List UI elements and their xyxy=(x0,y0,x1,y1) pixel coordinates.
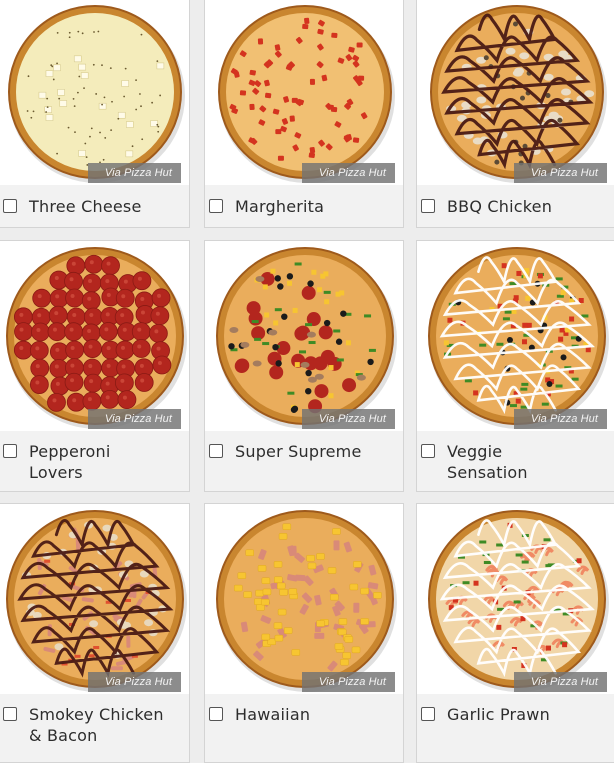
pizza-image-bbq-chicken: Via Pizza Hut xyxy=(417,0,614,185)
image-credit: Via Pizza Hut xyxy=(513,163,607,183)
option-super-supreme[interactable]: Super Supreme xyxy=(205,441,403,462)
pizza-image-garlic-prawn: Via Pizza Hut xyxy=(417,504,614,694)
super-supreme-pizza-photo xyxy=(216,247,397,429)
checkbox-pepperoni-lovers[interactable] xyxy=(3,444,17,458)
pizza-card-three-cheese: Via Pizza Hut Three Cheese xyxy=(0,0,190,228)
checkbox-smokey-chicken-bacon[interactable] xyxy=(3,707,17,721)
option-pepperoni-lovers[interactable]: Pepperoni Lovers xyxy=(0,441,189,483)
pepperoni-lovers-pizza-photo xyxy=(6,247,187,429)
option-three-cheese[interactable]: Three Cheese xyxy=(0,196,189,217)
option-bbq-chicken[interactable]: BBQ Chicken xyxy=(417,196,614,217)
hawaiian-pizza-photo xyxy=(216,510,397,692)
image-credit: Via Pizza Hut xyxy=(513,672,607,692)
smokey-chicken-bacon-pizza-photo xyxy=(6,510,187,692)
three-cheese-pizza-photo xyxy=(8,5,185,183)
pizza-card-margherita: Via Pizza Hut Margherita xyxy=(204,0,404,228)
pizza-name-garlic-prawn: Garlic Prawn xyxy=(447,705,550,724)
image-credit: Via Pizza Hut xyxy=(87,672,181,692)
pizza-card-bbq-chicken: Via Pizza Hut BBQ Chicken xyxy=(416,0,614,228)
pizza-card-super-supreme: Via Pizza Hut Super Supreme xyxy=(204,240,404,492)
pizza-image-super-supreme: Via Pizza Hut xyxy=(205,241,403,431)
checkbox-margherita[interactable] xyxy=(209,199,223,213)
checkbox-veggie-sensation[interactable] xyxy=(421,444,435,458)
pizza-card-veggie-sensation: Via Pizza Hut Veggie Sensation xyxy=(416,240,614,492)
image-credit: Via Pizza Hut xyxy=(87,409,181,429)
image-credit: Via Pizza Hut xyxy=(87,163,181,183)
pizza-card-pepperoni-lovers: Via Pizza Hut Pepperoni Lovers xyxy=(0,240,190,492)
checkbox-garlic-prawn[interactable] xyxy=(421,707,435,721)
image-credit: Via Pizza Hut xyxy=(301,409,395,429)
option-hawaiian[interactable]: Hawaiian xyxy=(205,704,403,725)
pizza-image-pepperoni-lovers: Via Pizza Hut xyxy=(0,241,189,431)
pizza-image-smokey-chicken-bacon: Via Pizza Hut xyxy=(0,504,189,694)
image-credit: Via Pizza Hut xyxy=(301,672,395,692)
pizza-name-pepperoni-lovers: Pepperoni Lovers xyxy=(29,442,111,482)
pizza-name-three-cheese: Three Cheese xyxy=(29,197,142,216)
image-credit: Via Pizza Hut xyxy=(513,409,607,429)
pizza-card-hawaiian: Via Pizza Hut Hawaiian xyxy=(204,503,404,763)
pizza-image-hawaiian: Via Pizza Hut xyxy=(205,504,403,694)
pizza-image-veggie-sensation: Via Pizza Hut xyxy=(417,241,614,431)
pizza-name-bbq-chicken: BBQ Chicken xyxy=(447,197,553,216)
pizza-name-smokey-chicken-bacon: Smokey Chicken & Bacon xyxy=(29,705,164,745)
bbq-chicken-pizza-photo xyxy=(430,5,607,183)
pizza-card-garlic-prawn: Via Pizza Hut Garlic Prawn xyxy=(416,503,614,763)
pizza-image-three-cheese: Via Pizza Hut xyxy=(0,0,189,185)
pizza-card-smokey-chicken-bacon: Via Pizza Hut Smokey Chicken & Bacon xyxy=(0,503,190,763)
pizza-image-margherita: Via Pizza Hut xyxy=(205,0,403,185)
checkbox-bbq-chicken[interactable] xyxy=(421,199,435,213)
option-veggie-sensation[interactable]: Veggie Sensation xyxy=(417,441,614,483)
option-garlic-prawn[interactable]: Garlic Prawn xyxy=(417,704,614,725)
pizza-name-margherita: Margherita xyxy=(235,197,325,216)
garlic-prawn-pizza-photo xyxy=(428,510,609,692)
checkbox-super-supreme[interactable] xyxy=(209,444,223,458)
checkbox-hawaiian[interactable] xyxy=(209,707,223,721)
margherita-pizza-photo xyxy=(218,5,395,183)
veggie-sensation-pizza-photo xyxy=(428,247,609,429)
option-smokey-chicken-bacon[interactable]: Smokey Chicken & Bacon xyxy=(0,704,189,746)
checkbox-three-cheese[interactable] xyxy=(3,199,17,213)
pizza-name-hawaiian: Hawaiian xyxy=(235,705,311,724)
pizza-name-veggie-sensation: Veggie Sensation xyxy=(447,442,528,482)
image-credit: Via Pizza Hut xyxy=(301,163,395,183)
option-margherita[interactable]: Margherita xyxy=(205,196,403,217)
pizza-name-super-supreme: Super Supreme xyxy=(235,442,362,461)
